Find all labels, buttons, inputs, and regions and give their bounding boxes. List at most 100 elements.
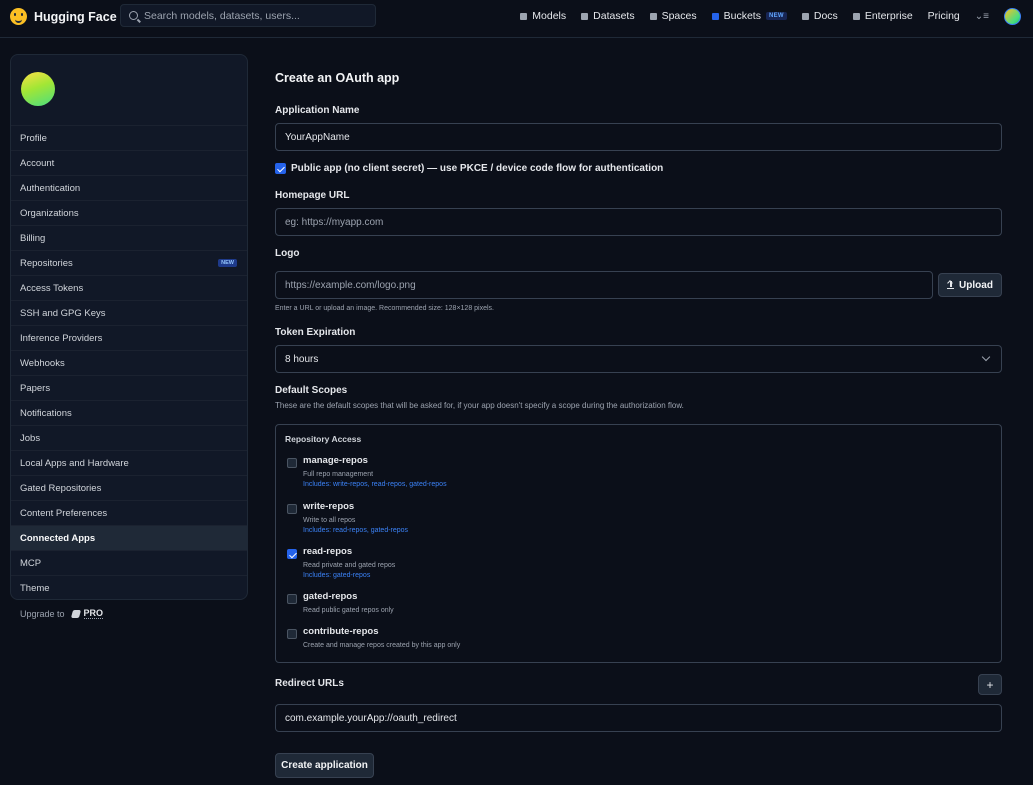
scope-includes: Includes: gated-repos (303, 572, 371, 579)
sidebar-item-local-apps[interactable]: Local Apps and Hardware (11, 450, 247, 475)
homepage-url-label: Homepage URL (275, 190, 350, 201)
sidebar-item-label: Profile (20, 132, 47, 144)
scope-checkbox[interactable] (287, 504, 297, 514)
sidebar-item-label: SSH and GPG Keys (20, 307, 106, 319)
nav-docs-label: Docs (813, 10, 838, 22)
sidebar-item-papers[interactable]: Papers (11, 375, 247, 400)
nav-models-label: Models (532, 10, 567, 22)
public-app-label: Public app (no client secret) — use PKCE… (291, 163, 664, 174)
sidebar-item-label: Repositories (20, 257, 73, 269)
homepage-url-input[interactable] (275, 208, 1002, 236)
public-app-checkbox[interactable] (275, 163, 286, 174)
sidebar-item-label: Organizations (20, 207, 79, 219)
datasets-icon (581, 12, 589, 20)
scope-contribute-repos[interactable]: contribute-repos Create and manage repos… (287, 626, 460, 651)
pro-icon (70, 609, 81, 618)
scope-includes: Includes: read-repos, gated-repos (303, 527, 409, 534)
scope-checkbox[interactable] (287, 549, 297, 559)
chevron-down-icon (981, 352, 991, 362)
sidebar-item-theme[interactable]: Theme (11, 575, 247, 600)
pro-label: PRO (83, 608, 104, 619)
sidebar-item-ssh-gpg-keys[interactable]: SSH and GPG Keys (11, 300, 247, 325)
sidebar-item-webhooks[interactable]: Webhooks (11, 350, 247, 375)
nav-models[interactable]: Models (520, 10, 566, 22)
search-input[interactable] (144, 9, 364, 22)
nav-datasets-label: Datasets (593, 10, 635, 22)
brand-logo[interactable]: Hugging Face (10, 8, 117, 25)
create-application-label: Create application (281, 760, 368, 771)
sidebar-item-label: Account (20, 157, 55, 169)
nav-pricing[interactable]: Pricing (928, 10, 960, 22)
models-icon (520, 12, 528, 20)
sidebar-item-label: Webhooks (20, 357, 65, 369)
user-avatar[interactable] (1004, 7, 1021, 25)
sidebar-item-inference-providers[interactable]: Inference Providers (11, 325, 247, 350)
scope-description: Create and manage repos created by this … (303, 642, 461, 649)
sidebar-item-gated-repositories[interactable]: Gated Repositories (11, 475, 247, 500)
sidebar-item-content-preferences[interactable]: Content Preferences (11, 500, 247, 525)
settings-sidebar: Profile Account Authentication Organizat… (10, 54, 248, 600)
profile-avatar (21, 72, 55, 106)
scope-description: Write to all repos (303, 517, 356, 524)
buckets-icon (711, 12, 719, 20)
hugging-face-emoji-icon (10, 8, 27, 25)
upload-button[interactable]: Upload (938, 273, 1002, 297)
sidebar-item-billing[interactable]: Billing (11, 225, 247, 250)
public-app-option[interactable]: Public app (no client secret) — use PKCE… (275, 163, 663, 174)
sidebar-item-label: Local Apps and Hardware (20, 457, 129, 469)
sidebar-item-label: Connected Apps (20, 532, 96, 544)
token-expiration-select[interactable]: 8 hours (275, 345, 1002, 373)
sidebar-item-authentication[interactable]: Authentication (11, 175, 247, 200)
scope-checkbox[interactable] (287, 594, 297, 604)
scope-checkbox[interactable] (287, 629, 297, 639)
create-application-button[interactable]: Create application (275, 753, 374, 778)
scope-gated-repos[interactable]: gated-repos Read public gated repos only (287, 591, 394, 616)
scope-write-repos[interactable]: write-repos Write to all repos Includes:… (287, 501, 408, 536)
page-title: Create an OAuth app (275, 71, 400, 85)
nav-buckets[interactable]: Buckets NEW (711, 10, 787, 22)
sidebar-item-repositories[interactable]: Repositories NEW (11, 250, 247, 275)
redirect-url-input[interactable] (275, 704, 1002, 732)
sidebar-item-notifications[interactable]: Notifications (11, 400, 247, 425)
sidebar-item-label: Notifications (20, 407, 72, 419)
nav-datasets[interactable]: Datasets (581, 10, 635, 22)
scope-name: contribute-repos (303, 626, 379, 637)
scope-description: Read private and gated repos (303, 562, 396, 569)
scope-name: manage-repos (303, 455, 368, 466)
nav-buckets-label: Buckets (723, 10, 761, 22)
sidebar-item-organizations[interactable]: Organizations (11, 200, 247, 225)
nav-docs[interactable]: Docs (801, 10, 838, 22)
default-scopes-label: Default Scopes (275, 385, 348, 396)
sidebar-item-label: Theme (20, 582, 50, 594)
sidebar-item-connected-apps[interactable]: Connected Apps (11, 525, 247, 550)
default-scopes-description: These are the default scopes that will b… (275, 401, 684, 410)
sidebar-item-label: Authentication (20, 182, 81, 194)
application-name-input[interactable] (275, 123, 1002, 151)
search-box[interactable] (120, 4, 376, 27)
add-redirect-url-button[interactable]: + (978, 674, 1002, 695)
sidebar-item-profile[interactable]: Profile (11, 125, 247, 150)
sidebar-item-label: Jobs (20, 432, 41, 444)
sidebar-item-account[interactable]: Account (11, 150, 247, 175)
new-badge: NEW (765, 12, 787, 20)
logo-url-input[interactable] (275, 271, 933, 299)
scope-checkbox[interactable] (287, 458, 297, 468)
upgrade-to-pro-link[interactable]: Upgrade to PRO (20, 608, 104, 619)
sidebar-item-jobs[interactable]: Jobs (11, 425, 247, 450)
menu-icon[interactable]: ⌄≡ (975, 11, 989, 22)
nav-enterprise-label: Enterprise (864, 10, 913, 22)
plus-icon: + (986, 677, 994, 692)
scope-description: Read public gated repos only (303, 607, 394, 614)
application-name-label: Application Name (275, 105, 360, 116)
scope-includes: Includes: write-repos, read-repos, gated… (303, 481, 447, 488)
sidebar-item-access-tokens[interactable]: Access Tokens (11, 275, 247, 300)
logo-label: Logo (275, 248, 300, 259)
token-expiration-value: 8 hours (285, 353, 319, 365)
top-navigation-bar: Hugging Face Models Datasets Spaces Buck… (0, 0, 1033, 38)
scope-read-repos[interactable]: read-repos Read private and gated repos … (287, 546, 395, 581)
sidebar-item-mcp[interactable]: MCP (11, 550, 247, 575)
docs-icon (801, 12, 809, 20)
scope-manage-repos[interactable]: manage-repos Full repo management Includ… (287, 455, 447, 490)
nav-enterprise[interactable]: Enterprise (852, 10, 913, 22)
nav-spaces[interactable]: Spaces (649, 10, 697, 22)
